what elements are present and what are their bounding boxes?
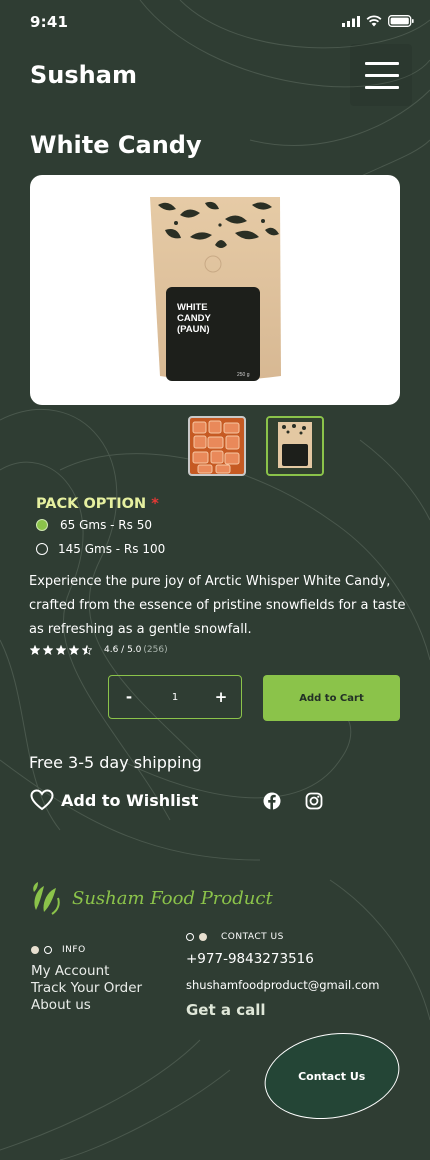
battery-icon	[388, 15, 414, 27]
pack-option-radio-145g[interactable]: 145 Gms - Rs 100	[36, 542, 165, 556]
footer-link-about-us[interactable]: About us	[31, 997, 91, 1014]
shipping-info: Free 3-5 day shipping	[29, 753, 202, 772]
svg-text:(PAUN): (PAUN)	[177, 324, 210, 335]
facebook-icon[interactable]	[263, 792, 281, 810]
pack-option-text: PACK OPTION	[36, 496, 147, 512]
contact-section-header: CONTACT US	[186, 932, 284, 942]
required-mark: *	[151, 496, 159, 512]
contact-label: CONTACT US	[221, 932, 284, 942]
increase-quantity-button[interactable]: +	[201, 688, 241, 706]
radio-unselected-icon[interactable]	[36, 543, 48, 555]
star-icon	[82, 645, 92, 655]
footer-link-track-order[interactable]: Track Your Order	[31, 980, 142, 997]
pack-option-radio-65g[interactable]: 65 Gms - Rs 50	[36, 518, 152, 532]
star-icon	[69, 645, 79, 655]
pack-option-label-65g: 65 Gms - Rs 50	[60, 518, 152, 532]
svg-text:CANDY: CANDY	[177, 313, 211, 324]
wifi-icon	[366, 15, 382, 27]
quantity-value[interactable]: 1	[172, 692, 178, 703]
cellular-signal-icon	[342, 15, 360, 27]
package-weight: 250 g	[237, 372, 250, 378]
info-label: INFO	[62, 945, 86, 955]
status-time: 9:41	[30, 13, 69, 31]
thumbnail-package[interactable]	[266, 416, 324, 476]
add-to-cart-button[interactable]: Add to Cart	[263, 675, 400, 721]
radio-selected-icon[interactable]	[36, 519, 48, 531]
rating-score: 4.6 / 5.0	[104, 645, 142, 655]
candy-package-illustration: WHITE CANDY (PAUN) 250 g	[150, 197, 281, 381]
star-icon	[56, 645, 66, 655]
hamburger-menu-icon[interactable]	[350, 44, 412, 106]
footer-logo[interactable]: Susham Food Product	[30, 880, 273, 916]
add-to-wishlist-button[interactable]: Add to Wishlist	[30, 789, 198, 811]
quantity-stepper[interactable]: - 1 +	[108, 675, 242, 719]
pack-option-label-145g: 145 Gms - Rs 100	[58, 542, 166, 556]
footer-link-my-account[interactable]: My Account	[31, 963, 109, 980]
company-name: Susham Food Product	[72, 887, 273, 909]
info-section-header: INFO	[31, 945, 86, 955]
star-icon	[43, 645, 53, 655]
contact-phone[interactable]: +977-9843273516	[186, 951, 314, 967]
rating-count: (256)	[143, 645, 168, 655]
thumbnail-candy-pieces[interactable]	[188, 416, 246, 476]
contact-us-label: Contact Us	[298, 1069, 366, 1083]
carousel-dots-icon	[186, 933, 207, 941]
get-a-call-link[interactable]: Get a call	[186, 1001, 266, 1019]
product-description: Experience the pure joy of Arctic Whispe…	[29, 574, 406, 637]
heart-icon	[30, 789, 54, 811]
brand-name[interactable]: Susham	[30, 61, 137, 89]
carousel-dots-icon	[31, 946, 52, 954]
svg-text:WHITE: WHITE	[177, 302, 208, 313]
status-icons	[342, 15, 414, 27]
rating-stars	[30, 645, 92, 655]
rating: 4.6 / 5.0 (256)	[30, 645, 168, 655]
contact-email[interactable]: shushamfoodproduct@gmail.com	[186, 978, 379, 992]
leaf-logo-icon	[33, 882, 60, 915]
instagram-icon[interactable]	[305, 792, 323, 810]
product-image: WHITE CANDY (PAUN) 250 g	[30, 175, 400, 405]
wishlist-label: Add to Wishlist	[61, 790, 199, 810]
star-icon	[30, 645, 40, 655]
decrease-quantity-button[interactable]: -	[109, 688, 149, 706]
product-title: White Candy	[30, 131, 202, 159]
pack-option-label: PACK OPTION *	[36, 496, 159, 512]
